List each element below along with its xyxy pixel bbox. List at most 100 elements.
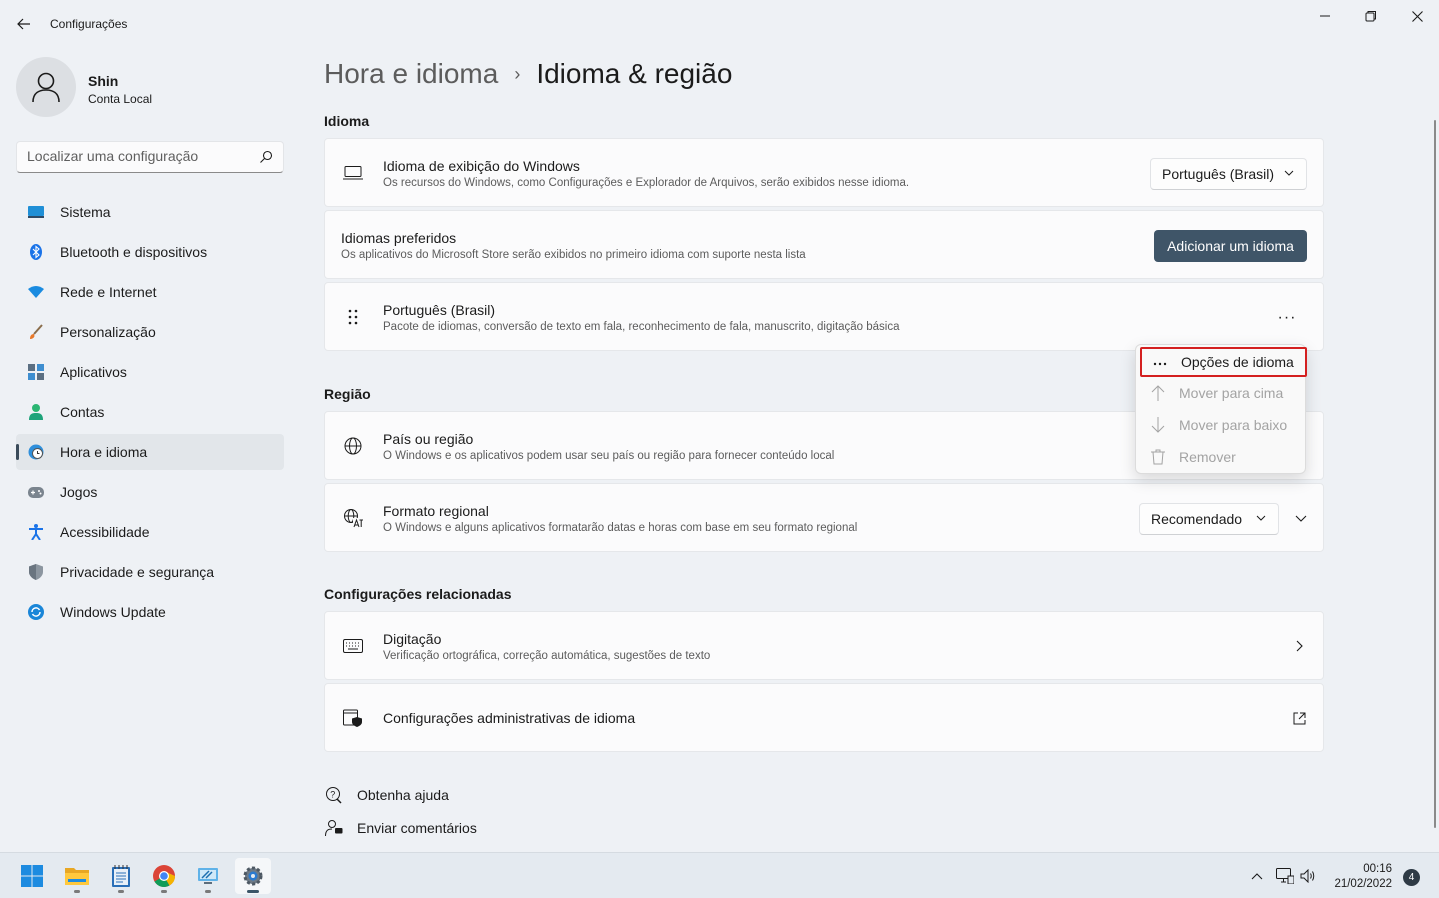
regional-format-icon: [343, 508, 363, 528]
language-more-button[interactable]: ···: [1271, 302, 1303, 334]
back-arrow-icon: [17, 18, 30, 30]
sidebar-item-bluetooth[interactable]: Bluetooth e dispositivos: [16, 234, 284, 270]
taskbar: 00:16 21/02/2022 4: [0, 852, 1439, 898]
user-profile[interactable]: Shin Conta Local: [16, 57, 286, 119]
settings-icon: [243, 866, 263, 886]
menu-item-mover-cima[interactable]: Mover para cima: [1140, 378, 1303, 408]
country-region-description: O Windows e os aplicativos podem usar se…: [383, 450, 835, 462]
sidebar-item-personalizacao[interactable]: Personalização: [16, 314, 284, 350]
shield-icon: [28, 564, 44, 580]
admin-language-card[interactable]: Configurações administrativas de idioma: [324, 683, 1324, 752]
sidebar-item-aplicativos[interactable]: Aplicativos: [16, 354, 284, 390]
sidebar-item-contas[interactable]: Contas: [16, 394, 284, 430]
apps-icon: [28, 364, 44, 380]
breadcrumb: Hora e idioma › Idioma & região: [324, 58, 732, 90]
network-tray-button[interactable]: [1275, 853, 1295, 898]
chrome-button[interactable]: [146, 858, 182, 894]
section-title-idioma: Idioma: [324, 113, 370, 129]
title-bar: Configurações: [0, 0, 1439, 46]
wifi-icon: [28, 284, 44, 300]
back-button[interactable]: [10, 10, 38, 38]
language-item-card[interactable]: Português (Brasil) Pacote de idiomas, co…: [324, 282, 1324, 351]
arrow-up-icon: [1150, 385, 1166, 401]
taskbar-clock[interactable]: 00:16 21/02/2022: [1326, 862, 1392, 892]
preferred-languages-card: Idiomas preferidos Os aplicativos do Mic…: [324, 210, 1324, 279]
accounts-icon: [28, 404, 44, 420]
sidebar-item-rede[interactable]: Rede e Internet: [16, 274, 284, 310]
typing-card[interactable]: Digitação Verificação ortográfica, corre…: [324, 611, 1324, 680]
user-name: Shin: [88, 73, 119, 89]
language-context-menu: Opções de idioma Mover para cima Mover p…: [1135, 344, 1307, 474]
feedback-link[interactable]: Enviar comentários: [324, 818, 477, 838]
sidebar-item-sistema[interactable]: Sistema: [16, 194, 284, 230]
menu-item-opcoes-idioma[interactable]: Opções de idioma: [1140, 347, 1307, 377]
minimize-button[interactable]: [1302, 0, 1348, 32]
country-region-title: País ou região: [383, 431, 474, 447]
start-icon: [21, 865, 43, 887]
feedback-icon: [324, 818, 344, 838]
menu-item-mover-baixo[interactable]: Mover para baixo: [1140, 410, 1303, 440]
running-indicator: [118, 890, 124, 893]
close-icon: [1411, 10, 1423, 22]
volume-tray-button[interactable]: [1298, 853, 1318, 898]
menu-item-remover[interactable]: Remover: [1140, 442, 1303, 472]
notification-badge[interactable]: 4: [1403, 869, 1420, 886]
gamepad-icon: [28, 484, 44, 500]
sidebar-nav: Sistema Bluetooth e dispositivos Rede e …: [16, 194, 284, 634]
avatar: [16, 57, 76, 117]
section-title-regiao: Região: [324, 386, 371, 402]
sidebar-item-privacidade[interactable]: Privacidade e segurança: [16, 554, 284, 590]
clock-date: 21/02/2022: [1334, 878, 1392, 890]
file-explorer-button[interactable]: [59, 858, 95, 894]
sidebar-item-acessibilidade[interactable]: Acessibilidade: [16, 514, 284, 550]
trash-icon: [1150, 449, 1166, 465]
remote-desktop-icon: [198, 868, 218, 884]
time-language-icon: [28, 444, 44, 460]
chevron-down-icon: [1256, 515, 1266, 521]
remote-desktop-button[interactable]: [190, 858, 226, 894]
show-hidden-icons-button[interactable]: [1247, 853, 1267, 898]
display-language-title: Idioma de exibição do Windows: [383, 158, 580, 174]
start-button[interactable]: [14, 858, 50, 894]
search-box: [16, 141, 284, 173]
running-indicator: [247, 890, 259, 893]
help-link-label: Obtenha ajuda: [357, 787, 449, 803]
volume-icon: [1300, 869, 1315, 883]
breadcrumb-parent[interactable]: Hora e idioma: [324, 58, 498, 90]
minimize-icon: [1320, 15, 1330, 17]
regional-format-card: Formato regional O Windows e alguns apli…: [324, 483, 1324, 552]
restore-icon: [1365, 11, 1376, 22]
sidebar-item-hora-idioma[interactable]: Hora e idioma: [16, 434, 284, 470]
admin-shield-icon: [343, 708, 363, 728]
running-indicator: [205, 890, 211, 893]
add-language-button[interactable]: Adicionar um idioma: [1154, 230, 1307, 262]
bluetooth-icon: [28, 244, 44, 260]
drag-handle-icon[interactable]: [343, 307, 363, 327]
svg-text:?: ?: [330, 790, 335, 800]
file-explorer-icon: [65, 868, 89, 885]
search-icon[interactable]: [259, 150, 273, 169]
sidebar-item-jogos[interactable]: Jogos: [16, 474, 284, 510]
scrollbar[interactable]: [1434, 120, 1436, 828]
close-button[interactable]: [1394, 0, 1439, 32]
settings-taskbar-button[interactable]: [235, 858, 271, 894]
page-title: Idioma & região: [536, 58, 733, 89]
regional-format-dropdown[interactable]: Recomendado: [1139, 503, 1279, 535]
language-item-description: Pacote de idiomas, conversão de texto em…: [383, 321, 900, 333]
help-link[interactable]: ? Obtenha ajuda: [324, 785, 449, 805]
search-input[interactable]: [27, 148, 247, 164]
user-icon: [32, 72, 60, 103]
notepad-button[interactable]: [103, 858, 139, 894]
chrome-icon: [153, 865, 175, 887]
regional-format-value: Recomendado: [1151, 511, 1243, 527]
help-icon: ?: [324, 785, 344, 805]
maximize-button[interactable]: [1348, 0, 1394, 32]
sidebar-item-windows-update[interactable]: Windows Update: [16, 594, 284, 630]
running-indicator: [161, 890, 167, 893]
display-language-description: Os recursos do Windows, como Configuraçõ…: [383, 177, 910, 189]
preferred-languages-description: Os aplicativos do Microsoft Store serão …: [341, 249, 806, 261]
display-language-card: Idioma de exibição do Windows Os recurso…: [324, 138, 1324, 207]
laptop-icon: [343, 163, 363, 183]
display-language-dropdown[interactable]: Português (Brasil): [1150, 158, 1307, 190]
expand-button[interactable]: [1287, 504, 1315, 532]
